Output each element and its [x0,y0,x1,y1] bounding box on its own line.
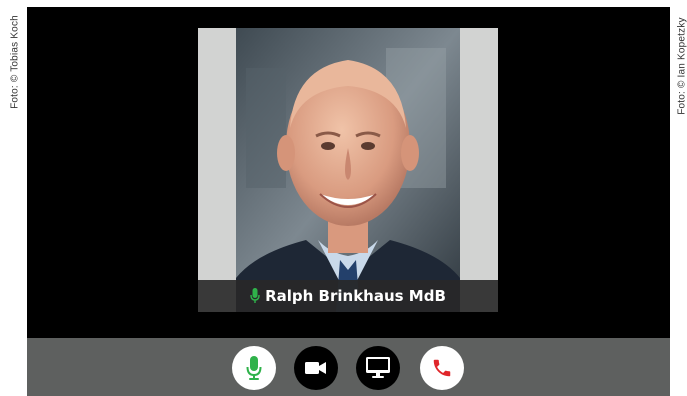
participant-video-tile[interactable]: Ralph Brinkhaus MdB [198,28,498,312]
photo-credit-right: Foto: © Ian Kopetzky [676,17,687,115]
participant-portrait [236,28,460,312]
microphone-icon [246,356,262,380]
screen-share-button[interactable] [356,346,400,390]
microphone-icon [250,288,260,303]
photo-credit-left: Foto: © Tobias Koch [9,15,21,109]
video-call-stage: Ralph Brinkhaus MdB [27,7,670,338]
mic-toggle-button[interactable] [232,346,276,390]
participant-name: Ralph Brinkhaus MdB [265,287,446,305]
camera-toggle-button[interactable] [294,346,338,390]
participant-video-feed [236,28,460,312]
monitor-icon [366,357,390,378]
video-camera-icon [305,362,326,374]
participant-name-bar: Ralph Brinkhaus MdB [198,280,498,312]
hang-up-button[interactable] [420,346,464,390]
phone-hangup-icon [433,359,451,377]
call-control-bar [27,338,670,396]
